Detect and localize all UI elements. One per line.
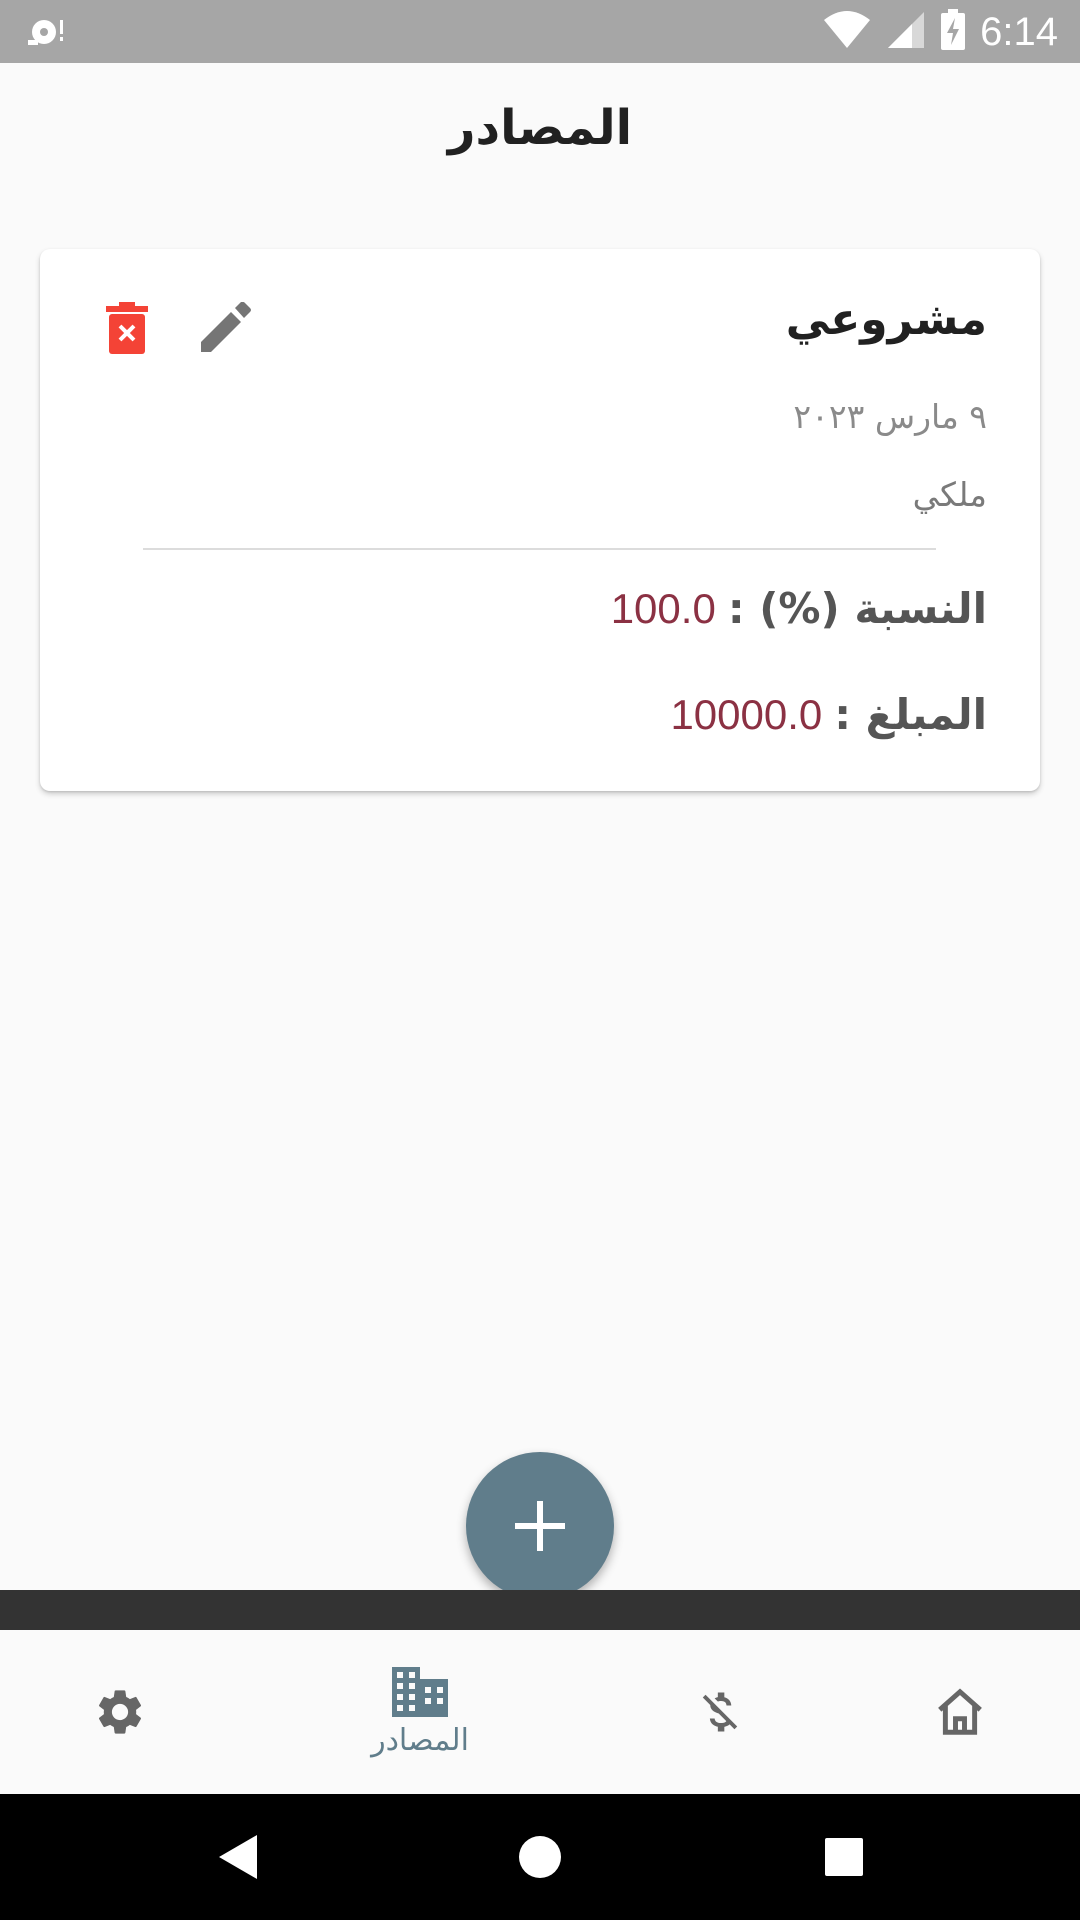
divider [143,548,936,550]
notification-icon [24,12,68,54]
recents-button[interactable] [819,1832,869,1882]
amount-row: المبلغ : 10000.0 [670,690,987,739]
status-bar: 6:14 [0,0,1080,63]
bottom-navigation: المصادر [0,1630,1080,1794]
nav-item-settings[interactable] [60,1630,180,1794]
amount-label: المبلغ : [834,690,987,739]
wifi-icon [822,10,872,54]
nav-item-expenses[interactable] [660,1630,780,1794]
source-date: ٩ مارس ٢٠٢٣ [793,397,987,436]
source-card[interactable]: مشروعي ٩ مارس ٢٠٢٣ ملكي النسبة (%) : 100… [40,249,1040,791]
clock: 6:14 [980,9,1058,54]
building-icon [392,1666,448,1717]
circle-home-icon [519,1836,561,1878]
edit-button[interactable] [190,293,260,363]
percent-row: النسبة (%) : 100.0 [611,584,987,633]
delete-button[interactable] [92,293,162,363]
cell-signal-icon [886,10,926,54]
back-button[interactable] [212,1832,262,1882]
gear-icon [98,1690,142,1734]
plus-icon [515,1501,565,1551]
bottom-strip [0,1590,1080,1630]
nav-item-sources[interactable]: المصادر [340,1630,500,1794]
money-off-icon [702,1692,738,1732]
back-icon [219,1835,257,1879]
edit-icon [201,302,251,352]
percent-value: 100.0 [610,584,716,632]
add-source-button[interactable] [466,1452,614,1600]
nav-label-sources: المصادر [371,1722,469,1758]
source-type: ملكي [912,475,987,514]
battery-charging-icon [940,9,966,55]
home-system-button[interactable] [515,1832,565,1882]
nav-item-home[interactable] [900,1630,1020,1794]
delete-icon [106,302,148,354]
recents-icon [825,1838,863,1876]
page-title: المصادر [447,100,633,156]
system-navigation-bar [0,1794,1080,1920]
home-icon [938,1688,982,1735]
amount-value: 10000.0 [670,690,823,738]
percent-label: النسبة (%) : [727,584,987,633]
source-name: مشروعي [785,294,987,345]
